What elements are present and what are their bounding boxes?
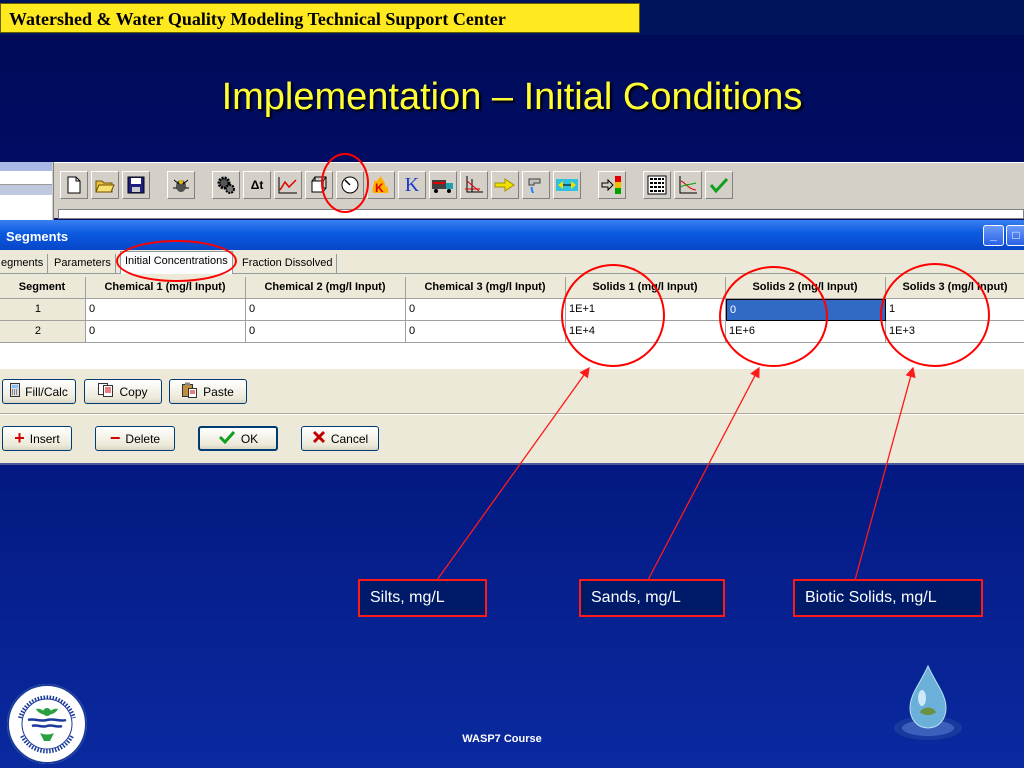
close-icon	[312, 430, 326, 447]
panel-strip	[0, 162, 52, 171]
line-chart-icon[interactable]	[274, 171, 302, 199]
parameter-table-icon[interactable]	[643, 171, 671, 199]
new-file-icon[interactable]	[60, 171, 88, 199]
annotation-circle-cube	[321, 153, 369, 213]
cancel-label: Cancel	[330, 431, 369, 446]
minus-icon: −	[109, 428, 121, 448]
grid-cell[interactable]: 0	[406, 299, 566, 321]
callout-biotic: Biotic Solids, mg/L	[793, 579, 983, 617]
fill-calc-label: Fill/Calc	[25, 384, 68, 399]
segment-number: 1	[0, 299, 86, 321]
bug-icon[interactable]	[167, 171, 195, 199]
grid-cell[interactable]: 0	[86, 321, 246, 343]
grid-cell[interactable]: 0	[246, 299, 406, 321]
water-drop-logo	[888, 662, 968, 744]
minimize-icon: _	[990, 228, 997, 242]
delete-label: Delete	[125, 431, 161, 446]
grid-cell[interactable]: 0	[406, 321, 566, 343]
gear-icon[interactable]	[212, 171, 240, 199]
column-header[interactable]: Chemical 2 (mg/l Input)	[246, 277, 406, 299]
plus-icon: +	[14, 428, 25, 448]
exchange-icon[interactable]	[553, 171, 581, 199]
svg-text:K: K	[375, 181, 384, 195]
open-folder-icon[interactable]	[91, 171, 119, 199]
k-icon[interactable]: K	[398, 171, 426, 199]
callout-biotic-text: Biotic Solids, mg/L	[805, 589, 937, 606]
app-left-panel	[0, 162, 54, 220]
maximize-icon: □	[1012, 228, 1020, 242]
ok-label: OK	[240, 431, 259, 446]
copy-icon	[98, 383, 114, 400]
toolbar-input-strip	[58, 209, 1024, 219]
delta-t-icon[interactable]: Δt	[243, 171, 271, 199]
column-header[interactable]: Segment	[0, 277, 86, 299]
copy-button[interactable]: Copy	[84, 379, 162, 404]
cancel-button[interactable]: Cancel	[301, 426, 379, 451]
paste-icon	[182, 382, 198, 401]
main-toolbar: Δt K K	[54, 162, 1024, 219]
callout-silts: Silts, mg/L	[358, 579, 487, 617]
table-row: 1 0 0 0 1E+1 0 1	[0, 299, 1024, 321]
delta-t-label: Δt	[250, 178, 264, 192]
axis-chart-icon[interactable]	[460, 171, 488, 199]
checkmark-icon[interactable]	[705, 171, 733, 199]
annotation-circle-solids2	[719, 266, 828, 367]
faucet-icon[interactable]	[522, 171, 550, 199]
k-label: K	[404, 173, 420, 196]
column-header[interactable]: Chemical 3 (mg/l Input)	[406, 277, 566, 299]
grid-cell[interactable]: 0	[86, 299, 246, 321]
annotation-circle-solids3	[880, 263, 990, 367]
toolbar-row: Δt K K	[60, 171, 736, 199]
tab-parameters[interactable]: Parameters	[50, 254, 116, 274]
epa-seal-logo	[6, 683, 88, 765]
segment-number: 2	[0, 321, 86, 343]
panel-strip	[0, 195, 52, 220]
truck-icon[interactable]	[429, 171, 457, 199]
annotation-circle-tab	[116, 240, 237, 282]
footer-course: WASP7 Course	[462, 733, 542, 745]
copy-label: Copy	[119, 384, 148, 399]
ok-button[interactable]: OK	[198, 426, 278, 451]
tab-segments[interactable]: egments	[0, 254, 49, 274]
paste-label: Paste	[203, 384, 234, 399]
paste-button[interactable]: Paste	[169, 379, 247, 404]
minimize-button[interactable]: _	[983, 225, 1004, 246]
insert-label: Insert	[29, 431, 60, 446]
header-bar: Watershed & Water Quality Modeling Techn…	[0, 3, 640, 33]
checkmark-icon	[218, 430, 236, 447]
signal-icon[interactable]	[598, 171, 626, 199]
callout-sands: Sands, mg/L	[579, 579, 725, 617]
tab-fraction-dissolved[interactable]: Fraction Dissolved	[238, 254, 338, 274]
maximize-button[interactable]: □	[1006, 225, 1024, 246]
callout-sands-text: Sands, mg/L	[591, 589, 681, 606]
grid-cell[interactable]: 0	[246, 321, 406, 343]
concentrations-grid: Segment Chemical 1 (mg/l Input) Chemical…	[0, 277, 1024, 369]
panel-strip	[0, 171, 52, 185]
annotation-circle-solids1	[561, 264, 665, 367]
button-divider	[0, 413, 1024, 415]
graph-icon[interactable]	[674, 171, 702, 199]
insert-button[interactable]: + Insert	[2, 426, 72, 451]
dialog-title: Segments	[6, 229, 69, 244]
callout-silts-text: Silts, mg/L	[370, 589, 445, 606]
calculator-icon	[10, 383, 21, 400]
delete-button[interactable]: − Delete	[95, 426, 175, 451]
save-icon[interactable]	[122, 171, 150, 199]
slide-title: Implementation – Initial Conditions	[221, 76, 803, 118]
arrow-icon[interactable]	[491, 171, 519, 199]
panel-strip	[0, 185, 52, 195]
k-fire-icon[interactable]: K	[367, 171, 395, 199]
table-row: 2 0 0 0 1E+4 1E+6 1E+3	[0, 321, 1024, 343]
fill-calc-button[interactable]: Fill/Calc	[2, 379, 76, 404]
